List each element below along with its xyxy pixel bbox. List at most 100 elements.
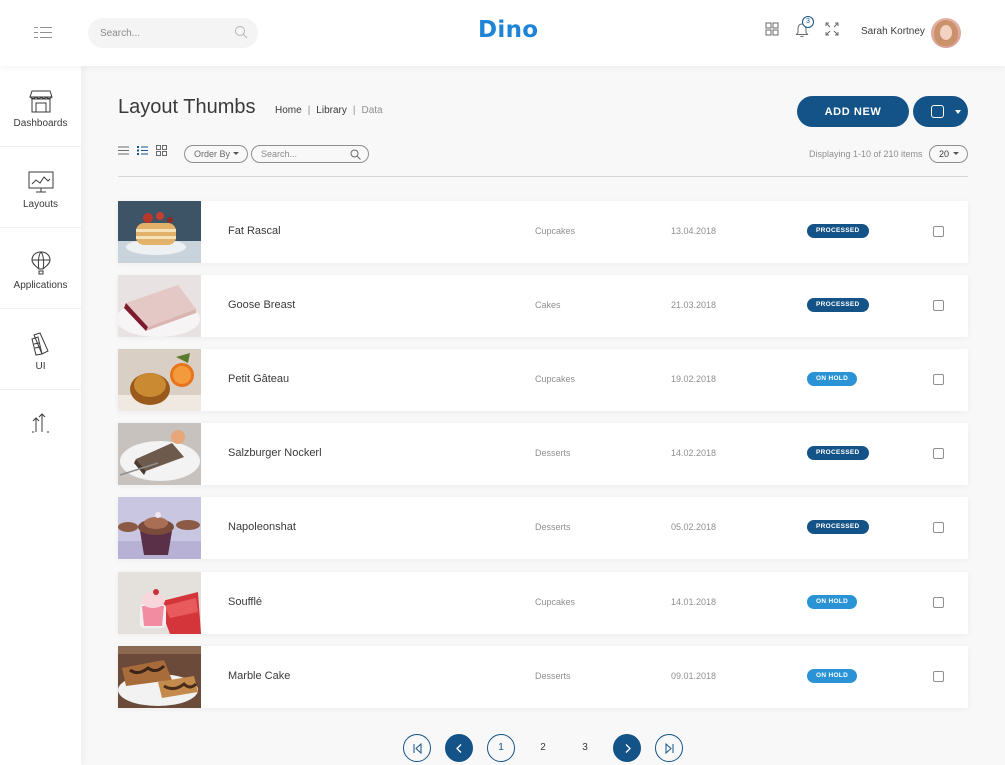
item-checkbox[interactable] [933,522,944,533]
chevron-right-icon [625,744,631,753]
sidebar-item-ui[interactable]: UI [0,309,81,390]
top-bar: Dino 3 Sarah Kortney [0,0,1005,66]
chevron-left-icon [456,744,462,753]
select-all-checkbox[interactable] [931,105,944,118]
fullscreen-icon[interactable] [825,22,839,36]
breadcrumb: Home | Library | Data [275,105,383,116]
air-balloon-icon [31,251,51,275]
user-avatar[interactable] [931,18,961,48]
next-page-button[interactable] [613,734,641,762]
sidebar-item-sort[interactable] [0,390,81,471]
item-name[interactable]: Napoleonshat [228,521,296,533]
item-name[interactable]: Petit Gâteau [228,373,289,385]
list-item[interactable]: Napoleonshat Desserts 05.02.2018 PROCESS… [118,497,968,559]
first-page-icon [413,743,422,754]
page-1-button[interactable]: 1 [487,734,515,762]
apps-grid-icon[interactable] [765,22,779,36]
top-search-input[interactable] [100,25,228,41]
item-name[interactable]: Fat Rascal [228,225,281,237]
display-count-text: Displaying 1-10 of 210 items [809,149,923,159]
page-size-dropdown[interactable]: 20 [929,145,968,163]
item-date: 14.01.2018 [671,597,717,607]
logo[interactable]: Dino [478,17,538,43]
pens-icon [31,332,49,356]
sidebar-item-label: UI [35,361,46,372]
item-category: Cupcakes [535,597,576,607]
page-3-button[interactable]: 3 [571,734,599,762]
breadcrumb-data: Data [361,105,383,116]
first-page-button[interactable] [403,734,431,762]
item-date: 09.01.2018 [671,671,717,681]
sidebar: Dashboards Layouts Applications UI [0,66,81,765]
item-checkbox[interactable] [933,226,944,237]
prev-page-button[interactable] [445,734,473,762]
item-category: Cakes [535,300,561,310]
sidebar-item-dashboards[interactable]: Dashboards [0,66,81,147]
chevron-down-icon [953,152,959,155]
list-item[interactable]: Marble Cake Desserts 09.01.2018 ON HOLD [118,646,968,708]
list-item[interactable]: Salzburger Nockerl Desserts 14.02.2018 P… [118,423,968,485]
status-badge: ON HOLD [807,372,858,386]
grid-view-icon[interactable] [156,145,167,156]
chevron-down-icon[interactable] [955,110,961,114]
item-date: 14.02.2018 [671,448,717,458]
list-item[interactable]: Soufflé Cupcakes 14.01.2018 ON HOLD [118,572,968,634]
item-thumbnail[interactable] [118,201,201,263]
item-thumbnail[interactable] [118,646,201,708]
item-name[interactable]: Marble Cake [228,670,290,682]
order-by-dropdown[interactable]: Order By [184,145,248,163]
sidebar-item-label: Dashboards [13,118,68,129]
divider [118,176,968,177]
sidebar-item-applications[interactable]: Applications [0,228,81,309]
item-name[interactable]: Goose Breast [228,299,295,311]
item-category: Desserts [535,522,571,532]
add-new-button[interactable]: ADD NEW [797,96,909,127]
user-name[interactable]: Sarah Kortney [861,26,925,37]
item-checkbox[interactable] [933,374,944,385]
monitor-icon [28,171,54,193]
last-page-button[interactable] [655,734,683,762]
list-view-icon[interactable] [118,145,129,156]
status-badge: PROCESSED [807,224,869,238]
sort-arrows-icon [32,413,49,433]
item-checkbox[interactable] [933,300,944,311]
item-date: 05.02.2018 [671,522,717,532]
breadcrumb-library[interactable]: Library [316,105,347,116]
list-search-input[interactable] [261,148,349,160]
item-name[interactable]: Soufflé [228,596,262,608]
item-thumbnail[interactable] [118,572,201,634]
list-item[interactable]: Fat Rascal Cupcakes 13.04.2018 PROCESSED [118,201,968,263]
item-date: 21.03.2018 [671,300,717,310]
sidebar-item-label: Applications [13,280,68,291]
item-thumbnail[interactable] [118,423,201,485]
notification-badge: 3 [802,16,814,28]
item-category: Desserts [535,671,571,681]
status-badge: ON HOLD [807,595,858,609]
item-thumbnail[interactable] [118,497,201,559]
sidebar-item-layouts[interactable]: Layouts [0,147,81,228]
item-thumbnail[interactable] [118,349,201,411]
last-page-icon [665,743,674,754]
search-icon[interactable] [234,25,248,39]
menu-toggle-icon[interactable] [34,25,52,39]
list-item[interactable]: Goose Breast Cakes 21.03.2018 PROCESSED [118,275,968,337]
sidebar-item-label: Layouts [22,199,59,210]
status-badge: PROCESSED [807,446,869,460]
select-all-dropdown-button[interactable] [913,96,968,127]
item-checkbox[interactable] [933,448,944,459]
top-search-box[interactable] [88,18,258,48]
item-checkbox[interactable] [933,671,944,682]
thumb-list-view-icon[interactable] [137,145,148,156]
page-2-button[interactable]: 2 [529,734,557,762]
page-size-value: 20 [939,149,950,159]
item-date: 13.04.2018 [671,226,717,236]
breadcrumb-home[interactable]: Home [275,105,302,116]
list-item[interactable]: Petit Gâteau Cupcakes 19.02.2018 ON HOLD [118,349,968,411]
item-thumbnail[interactable] [118,275,201,337]
list-search-box[interactable] [251,145,369,163]
item-checkbox[interactable] [933,597,944,608]
status-badge: ON HOLD [807,669,858,683]
status-badge: PROCESSED [807,520,869,534]
item-name[interactable]: Salzburger Nockerl [228,447,322,459]
search-icon[interactable] [350,149,361,160]
